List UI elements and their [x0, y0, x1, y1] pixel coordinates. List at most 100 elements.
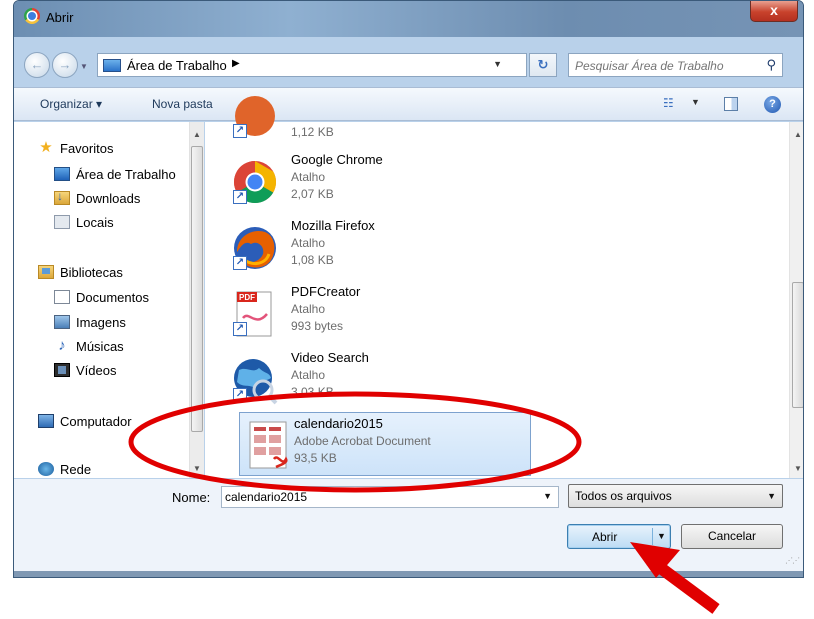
- file-item-calendario2015[interactable]: calendario2015 Adobe Acrobat Document 93…: [239, 412, 531, 476]
- chevron-down-icon[interactable]: ▼: [543, 491, 552, 501]
- sidebar-item-favoritos[interactable]: ★ Favoritos: [38, 138, 113, 158]
- scroll-up-icon[interactable]: ▲: [794, 130, 802, 139]
- search-input[interactable]: [575, 57, 755, 74]
- forward-button[interactable]: →: [52, 52, 78, 78]
- filename-combobox[interactable]: ▼: [221, 486, 559, 508]
- sidebar-item-label: Bibliotecas: [60, 264, 123, 280]
- sidebar-scroll-thumb[interactable]: [191, 146, 203, 432]
- firefox-icon: ↗: [229, 222, 281, 274]
- sidebar-item-documentos[interactable]: Documentos: [54, 287, 149, 307]
- sidebar-item-locais[interactable]: Locais: [54, 212, 114, 232]
- file-item-video-search[interactable]: ↗ Video Search Atalho 3,03 KB: [225, 348, 521, 412]
- file-size: 93,5 KB: [294, 451, 337, 465]
- breadcrumb-desktop[interactable]: Área de Trabalho: [127, 58, 227, 73]
- back-arrow-icon: ←: [30, 57, 44, 72]
- address-bar[interactable]: Área de Trabalho ▶ ▼: [97, 53, 527, 77]
- chrome-app-icon: [24, 8, 40, 24]
- file-item-pdfcreator[interactable]: PDF ↗ PDFCreator Atalho 993 bytes: [225, 282, 521, 346]
- desktop-icon: [54, 167, 70, 181]
- back-button[interactable]: ←: [24, 52, 50, 78]
- filename-input[interactable]: [225, 489, 525, 505]
- file-type: Adobe Acrobat Document: [294, 434, 431, 448]
- sidebar-item-label: Rede: [60, 461, 92, 477]
- open-file-dialog: Abrir x ← → ▼ Área de Trabalho ▶ ▼ ↻ ⚲ O…: [13, 0, 804, 578]
- filetype-select[interactable]: Todos os arquivos ▼: [568, 484, 783, 508]
- sidebar-item-label: Vídeos: [76, 362, 117, 378]
- shortcut-arrow-icon: ↗: [233, 388, 247, 402]
- open-button-label: Abrir: [592, 530, 618, 544]
- file-list-scrollbar[interactable]: ▲ ▼: [789, 122, 803, 478]
- preview-pane-icon[interactable]: [724, 97, 738, 111]
- recent-locations-dropdown[interactable]: ▼: [80, 62, 88, 71]
- sidebar-item-downloads[interactable]: Downloads: [54, 188, 140, 208]
- file-size: 1,08 KB: [291, 253, 334, 267]
- downloads-icon: [54, 189, 70, 205]
- cancel-button[interactable]: Cancelar: [681, 524, 783, 549]
- file-name: calendario2015: [294, 416, 383, 431]
- file-type: Atalho: [291, 170, 326, 184]
- file-name: Mozilla Firefox: [291, 218, 375, 233]
- scroll-down-icon[interactable]: ▼: [193, 464, 201, 473]
- help-icon[interactable]: ?: [764, 96, 781, 113]
- file-name: Google Chrome: [291, 152, 383, 167]
- change-view-icon[interactable]: ☷: [663, 96, 679, 112]
- file-name: PDFCreator: [291, 284, 361, 299]
- computer-icon: [38, 414, 54, 428]
- dialog-footer: Nome: ▼ Todos os arquivos ▼ Abrir ▼ Canc…: [14, 479, 803, 573]
- close-button[interactable]: x: [750, 1, 798, 22]
- file-type: Atalho: [291, 302, 326, 316]
- address-dropdown-icon[interactable]: ▼: [493, 59, 502, 69]
- sidebar-item-label: Área de Trabalho: [76, 166, 176, 182]
- sidebar-item-label: Downloads: [76, 190, 141, 206]
- pdf-document-icon: [244, 419, 296, 471]
- file-item-google-chrome[interactable]: ↗ Google Chrome Atalho 2,07 KB: [225, 150, 521, 214]
- libraries-icon: [38, 265, 54, 279]
- sidebar-item-imagens[interactable]: Imagens: [54, 312, 126, 332]
- sidebar-item-label: Músicas: [76, 338, 124, 354]
- file-size: 3,03 KB: [291, 385, 334, 399]
- filename-label: Nome:: [172, 490, 211, 505]
- shortcut-arrow-icon: ↗: [233, 190, 247, 204]
- sidebar-scrollbar[interactable]: ▲ ▼: [189, 122, 204, 478]
- file-name: Video Search: [291, 350, 369, 365]
- sidebar-item-bibliotecas[interactable]: Bibliotecas: [38, 262, 123, 282]
- breadcrumb-arrow-icon[interactable]: ▶: [232, 58, 240, 69]
- chrome-icon: ↗: [229, 156, 281, 208]
- recent-places-icon: [54, 215, 70, 229]
- open-button[interactable]: Abrir ▼: [567, 524, 671, 549]
- open-options-dropdown-icon[interactable]: ▼: [657, 531, 666, 541]
- organize-button[interactable]: Organizar ▾: [40, 97, 102, 111]
- refresh-button[interactable]: ↻: [529, 53, 557, 77]
- file-size: 2,07 KB: [291, 187, 334, 201]
- file-type: Atalho: [291, 236, 326, 250]
- pdfcreator-icon: PDF ↗: [229, 288, 281, 340]
- refresh-icon: ↻: [537, 57, 549, 72]
- scroll-up-icon[interactable]: ▲: [193, 130, 201, 139]
- new-folder-button[interactable]: Nova pasta: [152, 97, 213, 111]
- search-icon[interactable]: ⚲: [766, 57, 776, 73]
- shortcut-arrow-icon: ↗: [233, 256, 247, 270]
- sidebar-item-computador[interactable]: Computador: [38, 411, 132, 431]
- file-size: 1,12 KB: [291, 125, 334, 139]
- sidebar-item-label: Documentos: [76, 289, 149, 305]
- file-item-partial[interactable]: ↗ 1,12 KB: [225, 84, 521, 148]
- sidebar-item-videos[interactable]: Vídeos: [54, 360, 116, 380]
- star-icon: ★: [39, 139, 53, 156]
- search-box[interactable]: ⚲: [568, 53, 783, 77]
- view-options-dropdown[interactable]: ▼: [691, 97, 700, 107]
- videos-icon: [54, 363, 70, 377]
- sidebar-item-musicas[interactable]: ♪ Músicas: [54, 336, 124, 356]
- sidebar-item-area-de-trabalho[interactable]: Área de Trabalho: [54, 164, 176, 184]
- split-divider: [652, 528, 653, 545]
- sidebar-item-rede[interactable]: Rede: [38, 459, 91, 479]
- shortcut-app-icon: ↗: [229, 90, 281, 142]
- forward-arrow-icon: →: [58, 57, 72, 72]
- navigation-pane: ★ Favoritos Área de Trabalho Downloads L…: [14, 122, 204, 478]
- file-list: ↗ 1,12 KB ↗ Google Chrome Atalho 2,07 KB…: [205, 96, 803, 478]
- chevron-down-icon: ▼: [767, 491, 776, 501]
- scroll-down-icon[interactable]: ▼: [794, 464, 802, 473]
- file-list-scroll-thumb[interactable]: [792, 282, 803, 408]
- filetype-label: Todos os arquivos: [575, 489, 672, 503]
- resize-grip-icon[interactable]: ⋰⋰: [785, 556, 800, 565]
- file-item-mozilla-firefox[interactable]: ↗ Mozilla Firefox Atalho 1,08 KB: [225, 216, 521, 280]
